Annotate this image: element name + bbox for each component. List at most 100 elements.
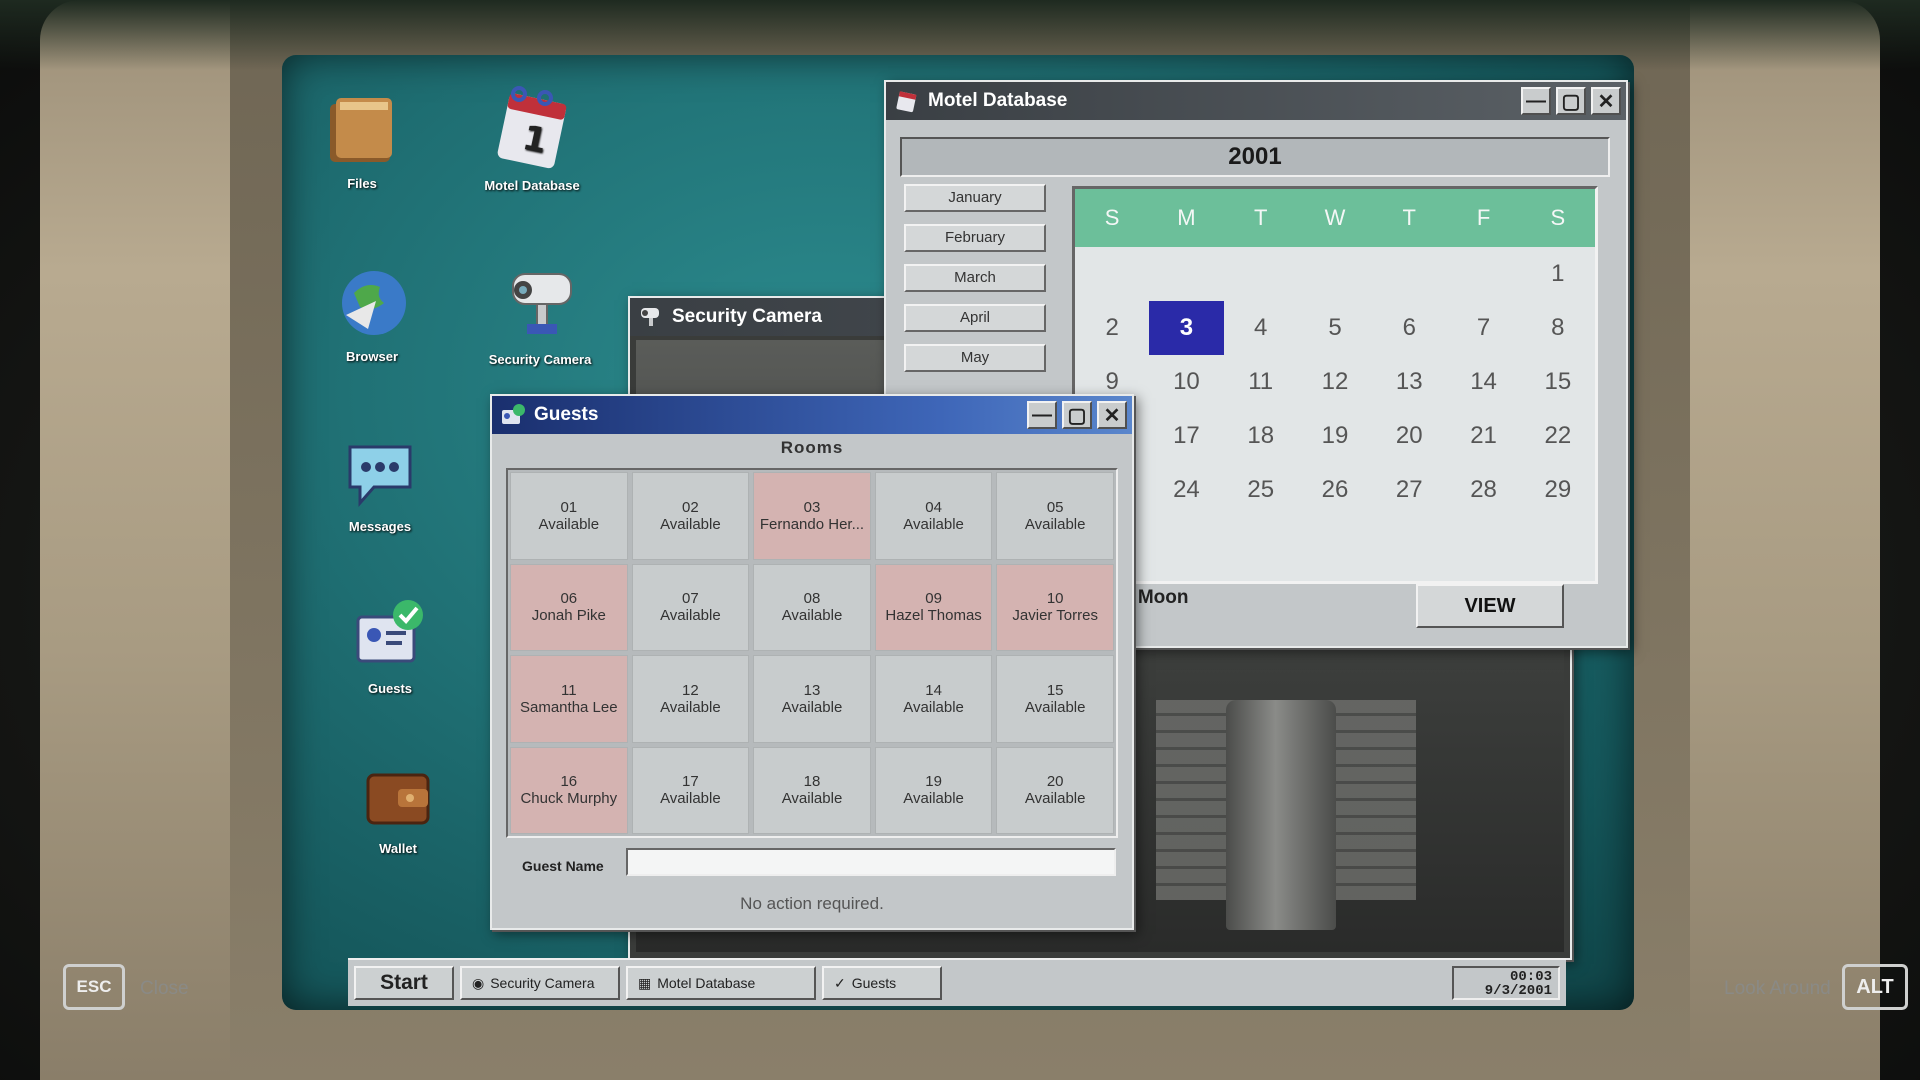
calendar-day[interactable]: 26	[1298, 463, 1372, 517]
calendar-day[interactable]: 8	[1521, 301, 1595, 355]
room-number: 10	[1046, 590, 1064, 608]
status-message: No action required.	[740, 894, 884, 913]
calendar-day[interactable]: 19	[1298, 409, 1372, 463]
room-cell[interactable]: 07 Available	[631, 563, 750, 651]
calendar-day[interactable]: 24	[1149, 463, 1223, 517]
calendar-day[interactable]: 4	[1224, 301, 1298, 355]
room-cell[interactable]: 11 Samantha Lee	[510, 655, 628, 743]
guests-titlebar[interactable]: Guests — ▢ ✕	[492, 396, 1132, 434]
room-number: 08	[803, 590, 821, 608]
clock-time: 00:03	[1509, 969, 1552, 985]
room-cell[interactable]: 13 Available	[753, 655, 871, 743]
room-cell[interactable]: 04 Available	[874, 472, 993, 560]
taskbar-item-label: Guests	[851, 975, 897, 991]
close-button[interactable]: ✕	[1591, 87, 1621, 115]
calendar-day[interactable]: 14	[1446, 355, 1520, 409]
view-button[interactable]: VIEW	[1416, 584, 1564, 628]
room-cell[interactable]: 12 Available	[631, 655, 750, 743]
calendar-day[interactable]: 2	[1075, 301, 1149, 355]
calendar-day[interactable]: 27	[1372, 463, 1446, 517]
room-status: Available	[660, 607, 721, 625]
desktop-icon-guests[interactable]: Guests	[320, 595, 460, 696]
maximize-button[interactable]: ▢	[1062, 401, 1092, 429]
maximize-icon: ▢	[1561, 90, 1581, 113]
room-cell[interactable]: 05 Available	[996, 472, 1114, 560]
taskbar-item-label: Motel Database	[657, 975, 756, 991]
taskbar-item-motel-database[interactable]: ▦ Motel Database	[626, 966, 816, 1000]
room-cell[interactable]: 15 Available	[996, 655, 1114, 743]
minimize-icon: —	[1032, 403, 1052, 426]
maximize-button[interactable]: ▢	[1556, 87, 1586, 115]
minimize-button[interactable]: —	[1521, 87, 1551, 115]
room-cell[interactable]: 14 Available	[874, 655, 993, 743]
room-cell[interactable]: 02 Available	[631, 472, 750, 560]
desktop-icon-wallet[interactable]: Wallet	[328, 755, 468, 856]
desktop-icon-browser[interactable]: Browser	[302, 263, 442, 364]
room-number: 18	[803, 773, 821, 791]
room-cell[interactable]: 18 Available	[753, 746, 871, 834]
desktop-icon-files[interactable]: Files	[292, 90, 432, 191]
calendar-day[interactable]: 21	[1446, 409, 1520, 463]
esc-keycap[interactable]: ESC	[63, 964, 125, 1010]
calendar-day[interactable]: 12	[1298, 355, 1372, 409]
guest-name-label: Guest Name	[522, 858, 604, 874]
guests-window[interactable]: Guests — ▢ ✕ Rooms 01 Available 02 Availabl…	[490, 394, 1134, 930]
weekday-label: S	[1104, 205, 1120, 230]
calendar-day[interactable]: 3	[1149, 301, 1224, 355]
month-button-february[interactable]: February	[904, 224, 1046, 252]
desktop-icon-messages[interactable]: Messages	[310, 433, 450, 534]
id-card-check-icon	[502, 404, 525, 424]
room-status: Available	[781, 790, 843, 808]
month-button-january[interactable]: January	[904, 184, 1046, 212]
calendar-day[interactable]: 20	[1372, 409, 1446, 463]
month-button-april[interactable]: April	[904, 304, 1046, 332]
calendar-day[interactable]: 25	[1224, 463, 1298, 517]
calendar-day[interactable]: 18	[1224, 409, 1298, 463]
desktop-icon-label: Security Camera	[488, 352, 592, 367]
desktop-icon-security-camera[interactable]: Security Camera	[470, 260, 610, 367]
minimize-button[interactable]: —	[1027, 401, 1057, 429]
taskbar-item-label: Security Camera	[490, 975, 595, 991]
calendar-day[interactable]: 17	[1149, 409, 1223, 463]
calendar-day[interactable]: 1	[1521, 247, 1595, 301]
room-cell[interactable]: 19 Available	[874, 746, 993, 834]
calendar-day[interactable]: 7	[1446, 301, 1520, 355]
calendar-day[interactable]: 22	[1521, 409, 1595, 463]
calendar-day[interactable]: 28	[1446, 463, 1520, 517]
room-status: Chuck Murphy	[520, 790, 618, 808]
room-cell[interactable]: 20 Available	[996, 746, 1114, 834]
guest-name-input[interactable]	[626, 848, 1116, 876]
start-button[interactable]: Start	[354, 966, 454, 1000]
calendar-day[interactable]: 29	[1521, 463, 1595, 517]
calendar-day[interactable]: 10	[1149, 355, 1223, 409]
calendar-icon	[896, 91, 917, 113]
taskbar-item-security-camera[interactable]: ◉ Security Camera	[460, 966, 620, 1000]
desktop-icon-motel-database[interactable]: 1 Motel Database	[462, 80, 602, 193]
room-cell[interactable]: 01 Available	[510, 472, 628, 560]
month-button-march[interactable]: March	[904, 264, 1046, 292]
room-status: Available	[660, 698, 721, 716]
close-button[interactable]: ✕	[1097, 401, 1127, 429]
room-cell[interactable]: 17 Available	[631, 746, 750, 834]
room-cell[interactable]: 10 Javier Torres	[996, 563, 1114, 651]
desktop-icon-label: Motel Database	[484, 178, 580, 193]
room-cell[interactable]: 09 Hazel Thomas	[874, 563, 993, 651]
calendar-day[interactable]: 13	[1372, 355, 1446, 409]
room-status: Available	[1024, 698, 1086, 716]
calendar-day[interactable]: 15	[1521, 355, 1595, 409]
room-cell[interactable]: 16 Chuck Murphy	[510, 746, 628, 834]
rooms-heading: Rooms	[780, 438, 844, 457]
calendar-day[interactable]: 5	[1298, 301, 1372, 355]
room-cell[interactable]: 08 Available	[753, 563, 871, 651]
id-card-check-icon: ✓	[834, 974, 846, 991]
room-number: 06	[560, 590, 578, 608]
calendar-day[interactable]: 6	[1372, 301, 1446, 355]
room-cell[interactable]: 06 Jonah Pike	[510, 563, 628, 651]
room-cell[interactable]: 03 Fernando Her...	[753, 472, 871, 560]
taskbar-item-guests[interactable]: ✓ Guests	[822, 966, 942, 1000]
calendar-day[interactable]: 11	[1224, 355, 1298, 409]
month-button-may[interactable]: May	[904, 344, 1046, 372]
room-number: 05	[1046, 498, 1064, 516]
alt-keycap[interactable]: ALT	[1842, 964, 1908, 1010]
motel-database-titlebar[interactable]: Motel Database — ▢ ✕	[886, 82, 1626, 120]
